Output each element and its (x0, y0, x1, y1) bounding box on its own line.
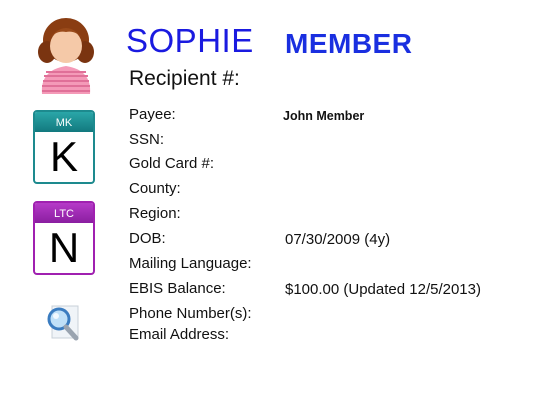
region-label: Region: (129, 205, 181, 222)
phone-numbers-label: Phone Number(s): (129, 305, 252, 322)
county-label: County: (129, 180, 181, 197)
gold-card-label: Gold Card #: (129, 155, 215, 172)
dob-label: DOB: (129, 230, 166, 247)
recipient-number-label: Recipient #: (129, 67, 240, 90)
dob-value: 07/30/2009 (4y) (285, 231, 391, 248)
ebis-balance-label: EBIS Balance: (129, 280, 226, 297)
ebis-balance-value: $100.00 (Updated 12/5/2013) (285, 281, 481, 298)
magnifier-icon[interactable] (44, 302, 82, 342)
mailing-language-label: Mailing Language: (129, 255, 252, 272)
email-address-label: Email Address: (129, 326, 230, 343)
badge-code: MK (35, 112, 93, 132)
payee-label: Payee: (129, 106, 176, 123)
ssn-label: SSN: (129, 131, 165, 148)
ltc-program-badge[interactable]: LTC N (33, 201, 95, 275)
avatar (38, 18, 94, 94)
badge-code: LTC (35, 203, 93, 223)
payee-value: John Member (283, 109, 365, 123)
mk-program-badge[interactable]: MK K (33, 110, 95, 184)
member-last-name: MEMBER (285, 28, 413, 59)
badge-letter: K (49, 133, 78, 180)
badge-letter: N (48, 224, 80, 271)
member-first-name: SOPHIE (126, 22, 254, 59)
